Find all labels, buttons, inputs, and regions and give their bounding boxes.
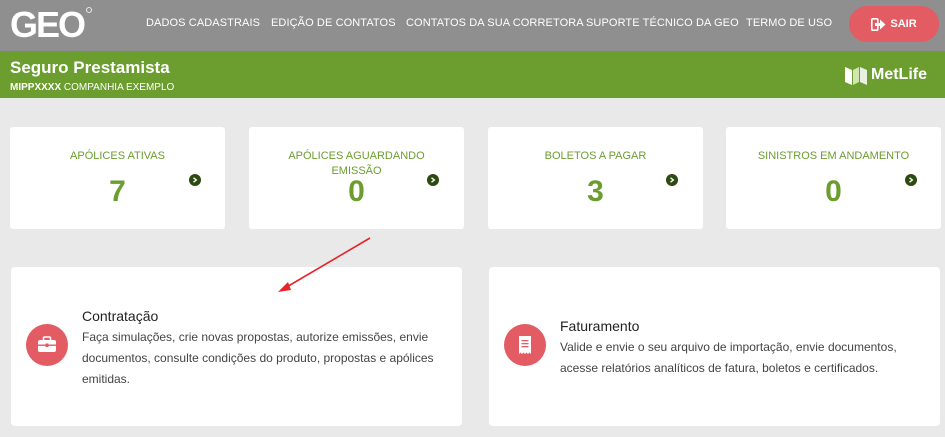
nav-dados-cadastrais[interactable]: DADOS CADASTRAIS [146,17,260,29]
feature-card-contratacao[interactable]: Contratação Faça simulações, crie novas … [11,267,462,426]
stat-label: SINISTROS EM ANDAMENTO [757,150,910,162]
feature-title: Faturamento [560,318,640,334]
stat-card-apolices-ativas[interactable]: APÓLICES ATIVAS 7 [10,127,225,229]
chevron-right-icon[interactable] [666,174,678,186]
feature-title: Contratação [82,308,159,324]
metlife-brand-text: MetLife [871,66,927,83]
product-company: COMPANHIA EXEMPLO [63,82,175,93]
stat-card-sinistros[interactable]: SINISTROS EM ANDAMENTO 0 [726,127,941,229]
svg-text:GEO: GEO [10,4,85,44]
feature-description: Faça simulações, crie novas propostas, a… [82,330,434,386]
nav-contatos-corretora[interactable]: CONTATOS DA SUA CORRETORA [406,17,584,29]
metlife-logo: MetLife [845,64,927,86]
product-code: MIPPXXXX [10,82,62,93]
geo-logo[interactable]: GEO [10,4,92,45]
product-title: Seguro Prestamista [10,58,170,77]
feature-card-faturamento[interactable]: Faturamento Valide e envie o seu arquivo… [489,267,940,426]
product-header: Seguro Prestamista MIPPXXXX COMPANHIA EX… [0,51,945,98]
feature-description: Valide e envie o seu arquivo de importaç… [560,340,897,375]
logout-label: SAIR [890,18,917,30]
stat-label: APÓLICES ATIVAS [70,150,165,162]
nav-termo-de-uso[interactable]: TERMO DE USO [746,17,832,29]
metlife-mark-icon [845,67,867,85]
chevron-right-icon[interactable] [427,174,439,186]
stat-label: BOLETOS A PAGAR [544,150,647,162]
chevron-right-icon[interactable] [905,174,917,186]
stat-card-apolices-aguardando[interactable]: APÓLICES AGUARDANDO EMISSÃO 0 [249,127,464,229]
logout-button[interactable]: SAIR [849,6,939,42]
nav-edicao-de-contatos[interactable]: EDIÇÃO DE CONTATOS [271,17,396,29]
stat-card-boletos-a-pagar[interactable]: BOLETOS A PAGAR 3 [488,127,703,229]
nav-suporte-tecnico[interactable]: SUPORTE TÉCNICO DA GEO [586,17,739,29]
chevron-right-icon[interactable] [189,174,201,186]
logout-icon [871,17,886,31]
receipt-icon [504,324,546,366]
product-subtitle: MIPPXXXX COMPANHIA EXEMPLO [10,82,174,93]
top-nav: GEO DADOS CADASTRAIS EDIÇÃO DE CONTATOS … [0,0,945,51]
briefcase-icon [26,324,68,366]
